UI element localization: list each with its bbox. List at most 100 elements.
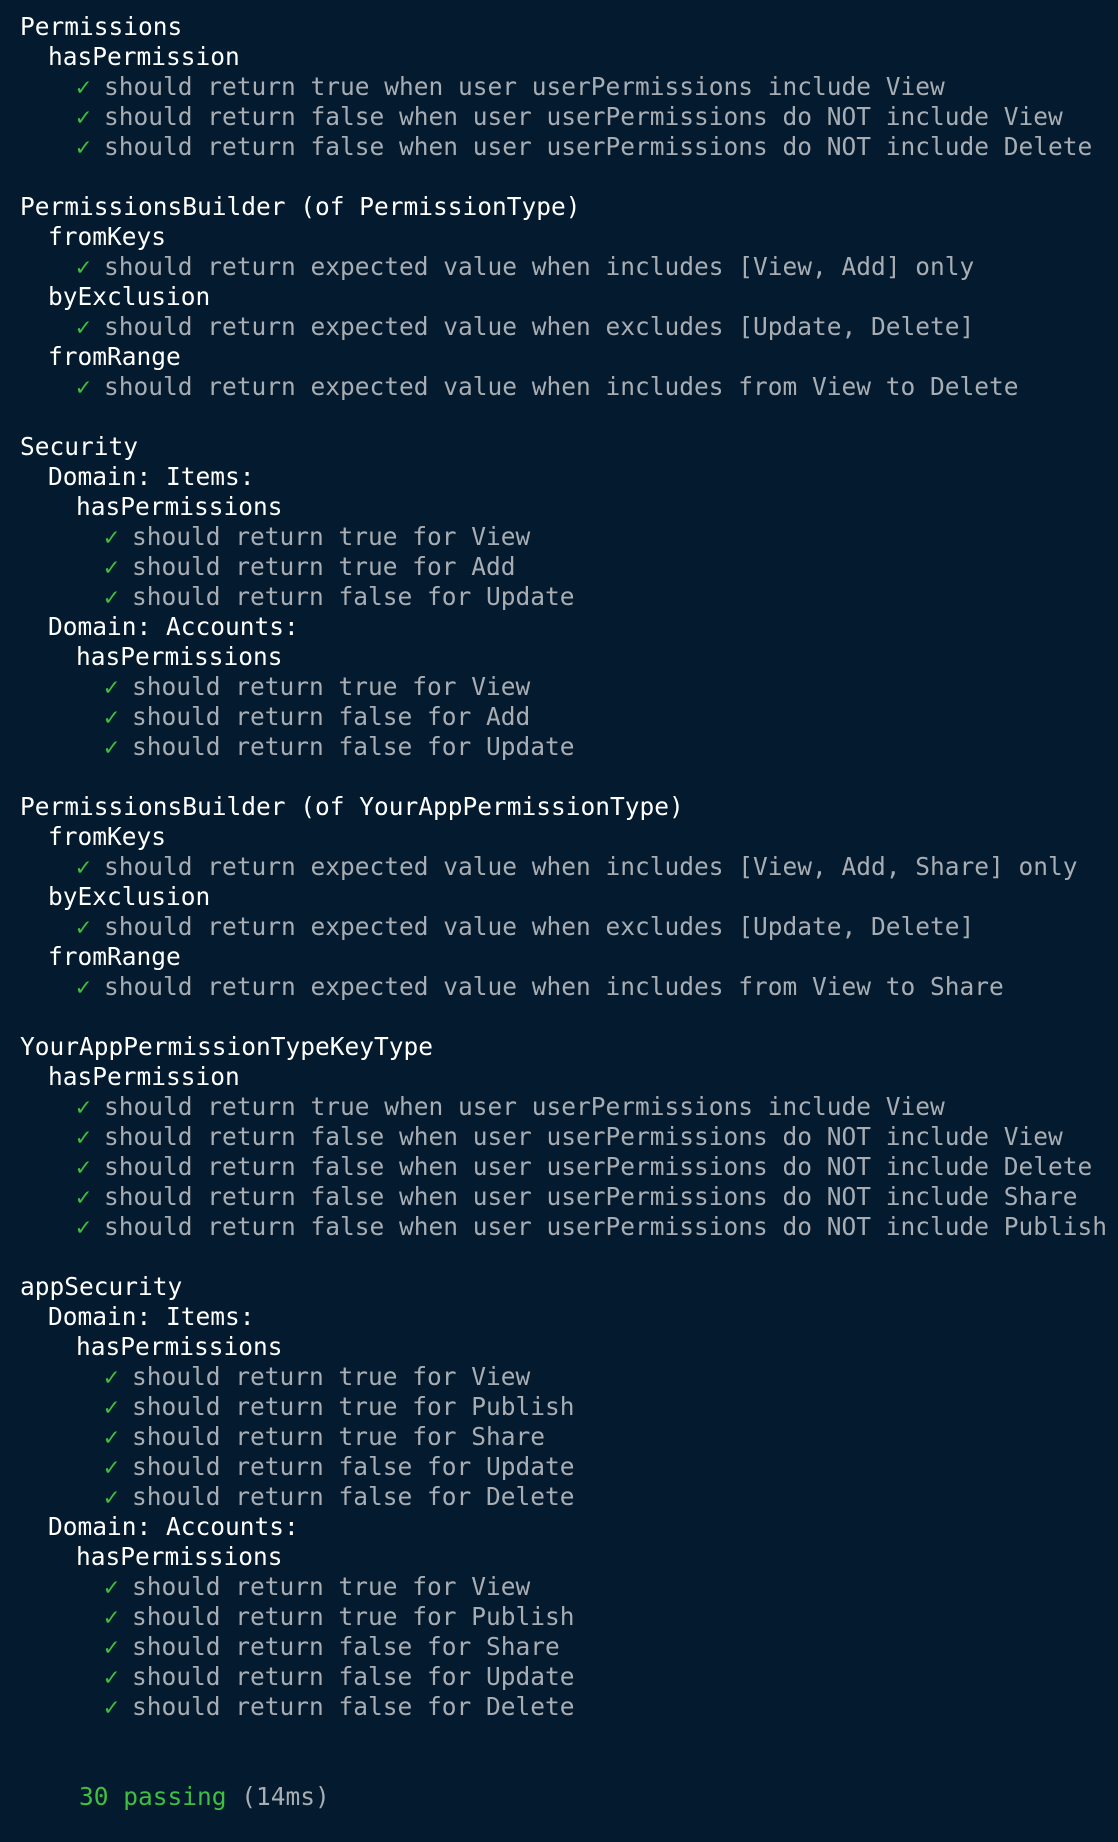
suite-title: hasPermissions [20, 492, 1118, 522]
suite-label: hasPermissions [76, 1542, 283, 1571]
checkmark-icon: ✓ [76, 132, 91, 161]
checkmark-icon: ✓ [76, 252, 91, 281]
checkmark-icon: ✓ [76, 1122, 91, 1151]
test-result: ✓ should return false when user userPermi… [20, 1152, 1118, 1182]
suite-title: fromKeys [20, 222, 1118, 252]
suite-label: hasPermissions [76, 492, 283, 521]
test-result: ✓ should return false when user userPermi… [20, 102, 1118, 132]
test-label: should return false for Update [132, 1452, 575, 1481]
test-label: should return true for Add [132, 552, 516, 581]
test-result: ✓ should return true for View [20, 672, 1118, 702]
test-label: should return false for Share [132, 1632, 560, 1661]
suite-label: hasPermission [48, 42, 240, 71]
test-label: should return expected value when includ… [104, 972, 1004, 1001]
test-result: ✓ should return false for Update [20, 732, 1118, 762]
checkmark-icon: ✓ [104, 1482, 119, 1511]
suite-title: hasPermission [20, 42, 1118, 72]
suite-title: Domain: Items: [20, 462, 1118, 492]
test-label: should return true for Publish [132, 1392, 575, 1421]
test-label: should return false for Delete [132, 1482, 575, 1511]
test-label: should return true for View [132, 1572, 531, 1601]
test-result: ✓ should return true for Publish [20, 1602, 1118, 1632]
test-label: should return true for View [132, 1362, 531, 1391]
test-result: ✓ should return false for Share [20, 1632, 1118, 1662]
suite-title: YourAppPermissionTypeKeyType [20, 1032, 1118, 1062]
suite-label: byExclusion [48, 282, 211, 311]
test-label: should return expected value when exclud… [104, 912, 975, 941]
checkmark-icon: ✓ [104, 1632, 119, 1661]
test-result: ✓ should return expected value when inclu… [20, 372, 1118, 402]
test-label: should return expected value when includ… [104, 852, 1078, 881]
test-label: should return true when user userPermiss… [104, 72, 945, 101]
checkmark-icon: ✓ [76, 1182, 91, 1211]
suite-label: hasPermission [48, 1062, 240, 1091]
checkmark-icon: ✓ [76, 1152, 91, 1181]
suite-title: byExclusion [20, 882, 1118, 912]
test-result: ✓ should return expected value when exclu… [20, 912, 1118, 942]
test-label: should return true for Share [132, 1422, 546, 1451]
suite-title: hasPermissions [20, 642, 1118, 672]
checkmark-icon: ✓ [76, 972, 91, 1001]
checkmark-icon: ✓ [76, 912, 91, 941]
test-result: ✓ should return true for Publish [20, 1392, 1118, 1422]
test-result: ✓ should return false when user userPermi… [20, 1122, 1118, 1152]
suite-label: fromRange [48, 942, 181, 971]
suite-title: Domain: Accounts: [20, 1512, 1118, 1542]
test-result: ✓ should return expected value when exclu… [20, 312, 1118, 342]
test-result: ✓ should return expected value when inclu… [20, 972, 1118, 1002]
checkmark-icon: ✓ [104, 1392, 119, 1421]
passing-count: 30 passing [79, 1782, 227, 1811]
test-label: should return false for Add [132, 702, 531, 731]
terminal-output: Permissions hasPermission ✓ should return t… [0, 0, 1118, 1836]
test-label: should return expected value when includ… [104, 252, 975, 281]
test-label: should return false for Update [132, 732, 575, 761]
suite-label: fromKeys [48, 222, 167, 251]
test-result: ✓ should return true for Add [20, 552, 1118, 582]
test-label: should return false for Delete [132, 1692, 575, 1721]
test-label: should return true for View [132, 522, 531, 551]
test-label: should return true when user userPermiss… [104, 1092, 945, 1121]
test-label: should return true for View [132, 672, 531, 701]
suite-label: PermissionsBuilder (of PermissionType) [20, 192, 581, 221]
test-label: should return expected value when includ… [104, 372, 1019, 401]
checkmark-icon: ✓ [104, 1602, 119, 1631]
test-result: ✓ should return true when user userPermis… [20, 1092, 1118, 1122]
test-label: should return false when user userPermis… [104, 1152, 1093, 1181]
test-result: ✓ should return false when user userPermi… [20, 1212, 1118, 1242]
suite-title: fromKeys [20, 822, 1118, 852]
suite-title: byExclusion [20, 282, 1118, 312]
suite-title: PermissionsBuilder (of PermissionType) [20, 192, 1118, 222]
test-label: should return false for Update [132, 582, 575, 611]
suite-label: PermissionsBuilder (of YourAppPermission… [20, 792, 684, 821]
suite-label: fromKeys [48, 822, 167, 851]
suite-label: hasPermissions [76, 642, 283, 671]
suite-label: YourAppPermissionTypeKeyType [20, 1032, 434, 1061]
test-result: ✓ should return expected value when inclu… [20, 252, 1118, 282]
test-label: should return expected value when exclud… [104, 312, 975, 341]
checkmark-icon: ✓ [104, 552, 119, 581]
test-label: should return false when user userPermis… [104, 132, 1093, 161]
suite-label: hasPermissions [76, 1332, 283, 1361]
checkmark-icon: ✓ [76, 72, 91, 101]
suite-title: appSecurity [20, 1272, 1118, 1302]
suite-label: fromRange [48, 342, 181, 371]
checkmark-icon: ✓ [76, 1212, 91, 1241]
test-result: ✓ should return true for View [20, 1572, 1118, 1602]
test-label: should return false for Update [132, 1662, 575, 1691]
test-result: ✓ should return false for Add [20, 702, 1118, 732]
suite-title: Permissions [20, 12, 1118, 42]
test-result: ✓ should return true for View [20, 1362, 1118, 1392]
checkmark-icon: ✓ [104, 732, 119, 761]
suite-label: Security [20, 432, 139, 461]
test-result: ✓ should return expected value when inclu… [20, 852, 1118, 882]
test-result: ✓ should return false when user userPermi… [20, 1182, 1118, 1212]
checkmark-icon: ✓ [104, 672, 119, 701]
test-result: ✓ should return false when user userPermi… [20, 132, 1118, 162]
test-report: Permissions hasPermission ✓ should return t… [20, 12, 1118, 1722]
checkmark-icon: ✓ [104, 1452, 119, 1481]
checkmark-icon: ✓ [76, 312, 91, 341]
checkmark-icon: ✓ [76, 1092, 91, 1121]
checkmark-icon: ✓ [76, 372, 91, 401]
